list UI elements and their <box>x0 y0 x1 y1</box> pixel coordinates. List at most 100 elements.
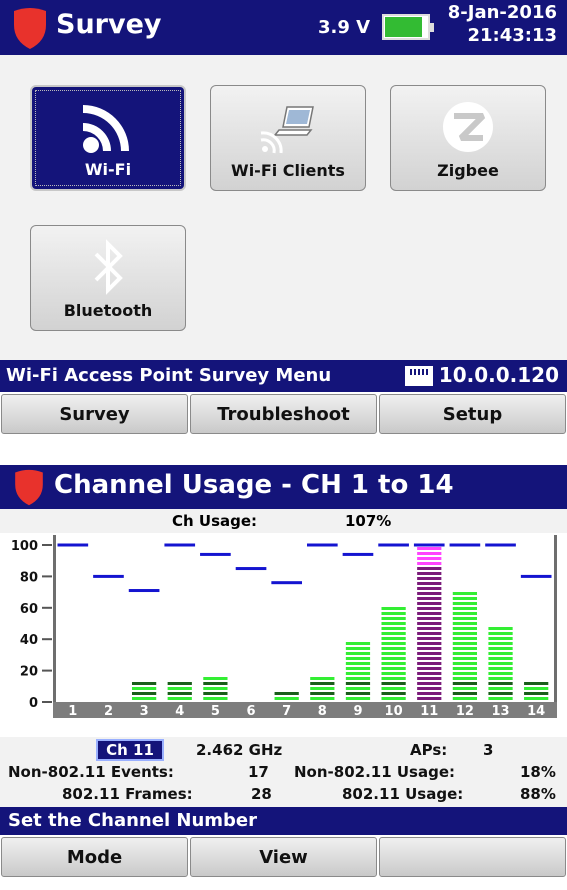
usage-bar-segment <box>488 677 513 680</box>
status-bar: Wi-Fi Access Point Survey Menu 10.0.0.12… <box>0 360 567 392</box>
usage-bar-segment <box>417 552 442 555</box>
title-bar: Survey 3.9 V 8-Jan-2016 21:43:13 <box>0 0 567 55</box>
usage-bar-segment <box>417 697 442 700</box>
usage-bar-segment <box>345 677 371 680</box>
y-tick-label: 0 <box>29 696 38 711</box>
channel-selector[interactable]: Ch 11 <box>96 739 164 761</box>
usage-bar-segment <box>381 677 406 680</box>
usage-bar-segment <box>381 617 406 620</box>
usage-bar-segment <box>417 572 442 575</box>
zigbee-tile-label: Zigbee <box>437 161 499 180</box>
usage-bar-segment <box>417 612 442 615</box>
zigbee-tile[interactable]: Zigbee <box>390 85 546 191</box>
usage-bar-segment <box>524 692 549 695</box>
usage-bar-segment <box>310 692 335 695</box>
usage-bar-segment <box>417 692 442 695</box>
x-tick-label: 10 <box>385 704 403 719</box>
usage-bar-segment <box>452 597 478 600</box>
right-axis-line <box>554 535 557 716</box>
non80211-usage-value: 18% <box>520 763 556 781</box>
usage-bar-segment <box>452 617 478 620</box>
usage-bar-segment <box>345 667 371 670</box>
usage-bar-segment <box>417 582 442 585</box>
y-axis-line <box>53 535 56 716</box>
channel-info-panel: Ch 11 2.462 GHz APs: 3 Non-802.11 Events… <box>0 737 567 807</box>
usage80211-label: 802.11 Usage: <box>342 785 464 803</box>
wifi-tile[interactable]: Wi-Fi <box>30 85 186 191</box>
x-tick-label: 2 <box>104 704 113 719</box>
usage-bar-segment <box>417 607 442 610</box>
usage-bar-segment <box>345 657 371 660</box>
usage-bar-segment <box>381 647 406 650</box>
usage-bar-segment <box>417 682 442 685</box>
view-softkey[interactable]: View <box>190 837 377 877</box>
usage-bar-segment <box>381 697 406 700</box>
usage-bar-segment <box>381 622 406 625</box>
non80211-events-label: Non-802.11 Events: <box>8 763 174 781</box>
usage-header: Ch Usage: 107% <box>0 509 567 533</box>
usage-bar-segment <box>167 682 192 685</box>
setup-softkey[interactable]: Setup <box>379 394 566 434</box>
x-tick-label: 3 <box>140 704 149 719</box>
non80211-usage-label: Non-802.11 Usage: <box>294 763 456 781</box>
peak-marker <box>128 589 160 593</box>
wifi-clients-tile[interactable]: Wi-Fi Clients <box>210 85 366 191</box>
usage80211-value: 88% <box>520 785 556 803</box>
usage-bar-segment <box>452 607 478 610</box>
usage-bar-segment <box>345 687 371 690</box>
usage-bar-segment <box>167 697 192 700</box>
frames-label: 802.11 Frames: <box>62 785 193 803</box>
peak-marker <box>306 543 338 547</box>
usage-bar-segment <box>203 682 228 685</box>
aps-value: 3 <box>483 741 494 759</box>
usage-bar-segment <box>452 697 478 700</box>
usage-bar-segment <box>131 692 157 695</box>
usage-bar-segment <box>310 677 335 680</box>
troubleshoot-softkey[interactable]: Troubleshoot <box>190 394 377 434</box>
usage-bar-segment <box>452 672 478 675</box>
peak-marker <box>413 543 445 547</box>
peak-marker <box>164 543 196 547</box>
survey-softkey[interactable]: Survey <box>1 394 188 434</box>
x-tick-label: 8 <box>318 704 327 719</box>
ethernet-icon <box>405 366 433 386</box>
usage-bar-segment <box>381 632 406 635</box>
usage-bar-segment <box>452 602 478 605</box>
usage-bar-segment <box>417 672 442 675</box>
usage-bar-segment <box>417 602 442 605</box>
usage-bar-segment <box>417 557 442 560</box>
usage-bar-segment <box>417 667 442 670</box>
usage-bar-segment <box>381 612 406 615</box>
status-text: Wi-Fi Access Point Survey Menu <box>6 365 332 386</box>
usage-bar-segment <box>488 642 513 645</box>
usage-bar-segment <box>345 652 371 655</box>
date-text: 8-Jan-2016 <box>447 2 557 23</box>
page-title: Survey <box>56 9 162 40</box>
peak-marker <box>200 552 231 556</box>
battery-icon <box>382 14 434 40</box>
usage-bar-segment <box>488 627 513 630</box>
usage-bar-segment <box>488 682 513 685</box>
y-tick-label: 60 <box>20 602 38 617</box>
usage-bar-segment <box>452 622 478 625</box>
blank-softkey[interactable] <box>379 837 566 877</box>
usage-bar-segment <box>381 642 406 645</box>
usage-bar-segment <box>452 687 478 690</box>
y-tick-mark <box>42 638 52 641</box>
bluetooth-tile[interactable]: Bluetooth <box>30 225 186 331</box>
usage-bar-segment <box>203 697 228 700</box>
usage-bar-segment <box>417 627 442 630</box>
usage-bar-segment <box>381 637 406 640</box>
usage-bar-segment <box>381 692 406 695</box>
x-tick-label: 7 <box>282 704 291 719</box>
mode-softkey[interactable]: Mode <box>1 837 188 877</box>
usage-bar-segment <box>488 697 513 700</box>
usage-bar-segment <box>417 587 442 590</box>
channel-selector-label: Ch 11 <box>106 741 154 759</box>
usage-bar-segment <box>452 682 478 685</box>
usage-bar-segment <box>417 617 442 620</box>
usage-bar-segment <box>131 687 157 690</box>
peak-marker <box>520 574 552 578</box>
x-tick-label: 9 <box>353 704 362 719</box>
usage-bar-segment <box>488 692 513 695</box>
